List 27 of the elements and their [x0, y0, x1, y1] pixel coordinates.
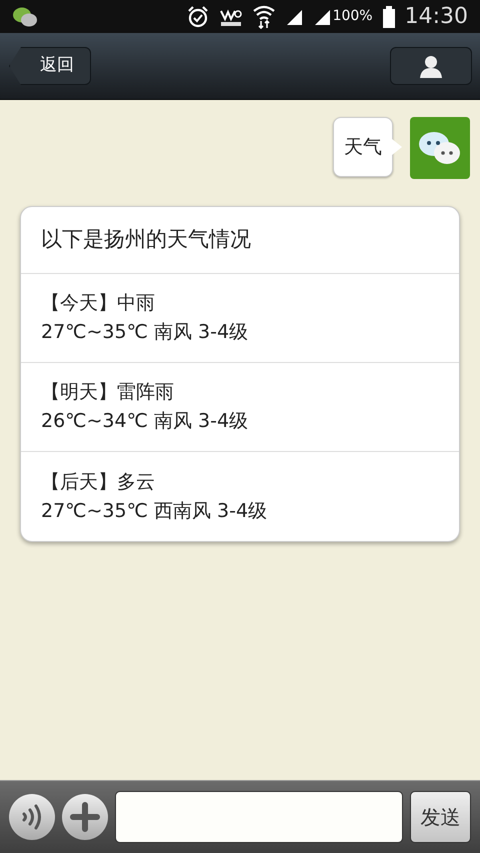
forecast-detail: 27℃~35℃ 西南风 3-4级	[41, 498, 268, 524]
chat-app-icon	[12, 6, 38, 28]
back-button[interactable]: 返回	[9, 47, 91, 85]
wifi-icon	[252, 4, 275, 28]
signal-icon	[284, 8, 303, 26]
forecast-label: 【后天】多云	[41, 470, 156, 494]
battery-percent: 100%	[332, 7, 373, 26]
plus-icon	[70, 802, 100, 832]
sound-wave-icon	[21, 804, 43, 830]
message-bubble: 天气	[333, 117, 393, 177]
message-input[interactable]	[115, 791, 403, 843]
chat-avatar-icon	[410, 117, 470, 179]
voice-button[interactable]	[9, 794, 55, 840]
signal-icon	[312, 8, 331, 26]
forecast-detail: 26℃~34℃ 南风 3-4级	[41, 409, 250, 434]
bubble-tail-icon	[392, 139, 402, 155]
forecast-label: 【明天】雷阵雨	[41, 380, 175, 405]
add-button[interactable]	[62, 794, 108, 840]
contact-button[interactable]	[390, 47, 472, 85]
person-icon	[419, 54, 443, 78]
card-title: 以下是扬州的天气情况	[21, 207, 459, 274]
battery-icon	[382, 6, 395, 28]
send-button[interactable]: 发送	[410, 791, 471, 843]
forecast-detail: 27℃~35℃ 南风 3-4级	[41, 320, 250, 345]
forecast-label: 【今天】中雨	[41, 291, 156, 316]
clock-time: 14:30	[404, 3, 468, 31]
alarm-icon	[186, 6, 209, 28]
